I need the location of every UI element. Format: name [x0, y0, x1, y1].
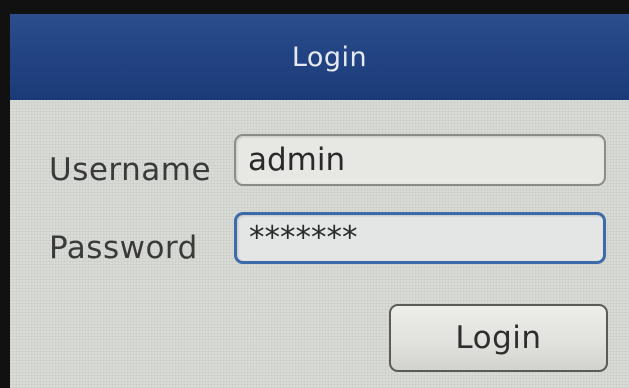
- device-screen: Login Username Password Login: [0, 0, 629, 388]
- username-field[interactable]: [234, 134, 606, 186]
- title-bar: Login: [10, 14, 629, 100]
- login-panel: Login Username Password Login: [10, 14, 629, 388]
- password-label: Password: [49, 230, 198, 266]
- password-field[interactable]: [234, 212, 606, 264]
- login-button[interactable]: Login: [389, 304, 608, 372]
- page-title: Login: [291, 41, 368, 73]
- username-label: Username: [49, 152, 212, 188]
